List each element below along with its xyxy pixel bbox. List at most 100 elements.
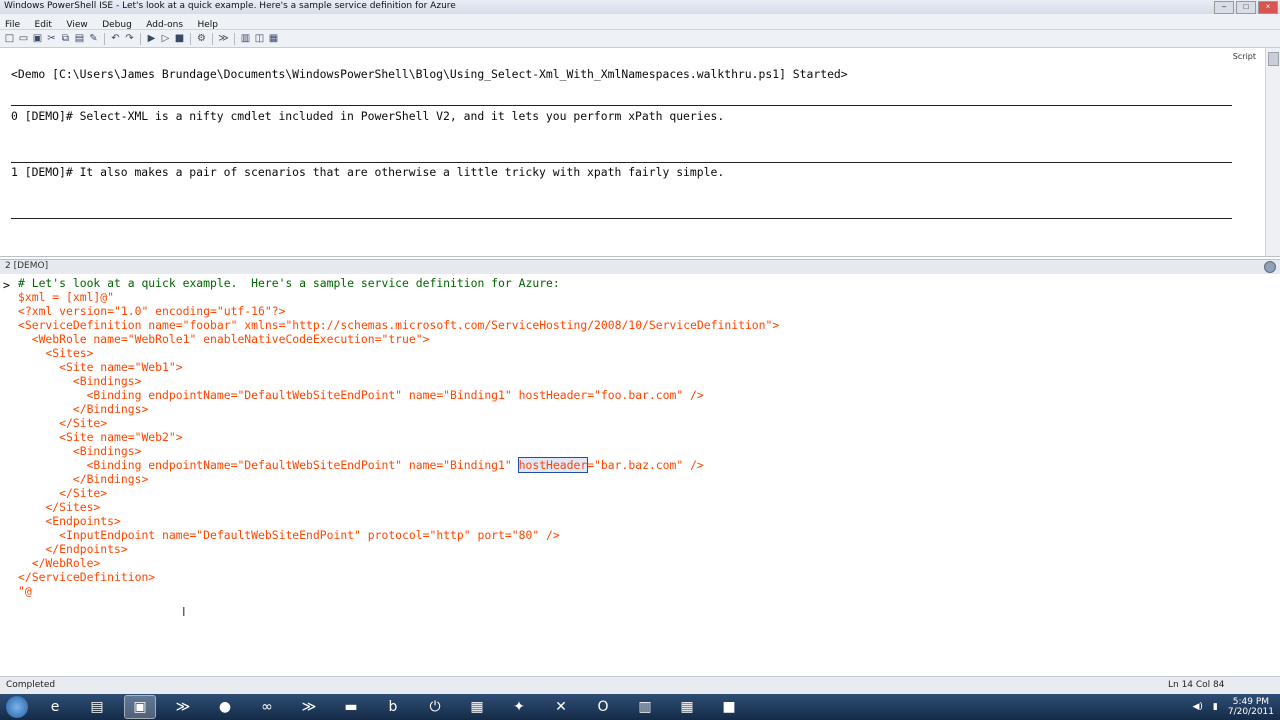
code-line: <ServiceDefinition name="foobar" xmlns="…	[18, 318, 780, 332]
volume-icon[interactable]: ◀)	[1192, 702, 1202, 712]
network-icon[interactable]: ▦	[462, 696, 492, 718]
toolbar-separator	[104, 32, 105, 45]
script-toggle[interactable]: Script	[1233, 52, 1256, 61]
firefox-icon[interactable]: ●	[210, 696, 240, 718]
menu-add-ons[interactable]: Add-ons	[141, 18, 188, 30]
spreadsheet-icon[interactable]: ▦	[672, 696, 702, 718]
code-line: $xml = [xml]@"	[18, 290, 115, 304]
code-line: <Endpoints>	[18, 514, 121, 528]
layout-max-icon[interactable]: ▦	[267, 32, 280, 45]
tool-icon[interactable]: ✦	[504, 696, 534, 718]
code-line: "@	[18, 584, 32, 598]
command-pane-header: 2 [DEMO]	[0, 259, 1280, 275]
cut-icon[interactable]: ✂	[45, 32, 58, 45]
paste-icon[interactable]: ▤	[73, 32, 86, 45]
copy-icon[interactable]: ⧉	[59, 32, 72, 45]
clear-icon[interactable]: ✎	[87, 32, 100, 45]
clock-date: 7/20/2011	[1227, 707, 1274, 717]
toolbar-separator	[190, 32, 191, 45]
menu-help[interactable]: Help	[192, 18, 223, 30]
settings-icon[interactable]: ✕	[546, 696, 576, 718]
window-title: Windows PowerShell ISE - Let's look at a…	[4, 1, 456, 11]
status-text: Completed	[6, 680, 56, 690]
close-button[interactable]: ×	[1258, 1, 1278, 14]
code-line: <?xml version="1.0" encoding="utf-16"?>	[18, 304, 286, 318]
undo-icon[interactable]: ↶	[109, 32, 122, 45]
new-icon[interactable]: □	[3, 32, 16, 45]
explorer-folder-icon[interactable]: ▤	[82, 696, 112, 718]
clock-time: 5:49 PM	[1232, 697, 1270, 707]
code-line: # Let's look at a quick example. Here's …	[18, 276, 560, 290]
code-line: </WebRole>	[18, 556, 101, 570]
redo-icon[interactable]: ↷	[123, 32, 136, 45]
code-line: </ServiceDefinition>	[18, 570, 156, 584]
chart-icon[interactable]: ▥	[630, 696, 660, 718]
text-cursor-icon: I	[182, 605, 186, 619]
menu-file[interactable]: File	[0, 18, 25, 30]
code-line: <InputEndpoint name="DefaultWebSiteEndPo…	[18, 528, 560, 542]
command-pane-label: 2 [DEMO]	[5, 261, 49, 271]
code-line-highlight: <Binding endpointName="DefaultWebSiteEnd…	[18, 457, 704, 473]
code-line: <WebRole name="WebRole1" enableNativeCod…	[18, 332, 430, 346]
powershell-icon[interactable]: ≫	[217, 32, 230, 45]
app-icon[interactable]: ■	[714, 696, 744, 718]
internet-explorer-icon[interactable]: e	[40, 696, 70, 718]
code-line-suffix: ="bar.baz.com" />	[587, 458, 704, 472]
status-bar: Completed Ln 14 Col 84	[0, 676, 1280, 695]
powershell-icon[interactable]: ≫	[294, 696, 324, 718]
code-line: <Bindings>	[18, 444, 142, 458]
menu-debug[interactable]: Debug	[97, 18, 137, 30]
maximize-button[interactable]: □	[1236, 1, 1256, 14]
stop-icon[interactable]: ■	[173, 32, 186, 45]
system-tray: ◀) ▮ 5:49 PM 7/20/2011	[1192, 694, 1274, 720]
powershell-icon[interactable]: ≫	[168, 696, 198, 718]
code-line: <Sites>	[18, 346, 94, 360]
divider	[11, 218, 1232, 219]
prompt-marker: >	[3, 278, 10, 292]
selected-word[interactable]: hostHeader	[517, 457, 589, 473]
remote-icon[interactable]: ⚙	[195, 32, 208, 45]
code-line: </Site>	[18, 486, 108, 500]
clock[interactable]: 5:49 PM 7/20/2011	[1228, 697, 1274, 717]
power-icon[interactable]: ⏻	[420, 696, 450, 718]
toolbar-separator	[212, 32, 213, 45]
bing-icon[interactable]: b	[378, 696, 408, 718]
console-icon[interactable]: ▬	[336, 696, 366, 718]
taskbar: e ▤ ▣ ≫ ● ∞ ≫ ▬ b ⏻ ▦ ✦ ✕ O ▥ ▦ ■ ◀) ▮ 5…	[0, 694, 1280, 720]
pane-toggle-icon[interactable]	[1264, 261, 1276, 273]
code-line: <Site name="Web2">	[18, 430, 183, 444]
code-line: </Sites>	[18, 500, 101, 514]
divider	[11, 162, 1232, 163]
layout-top-icon[interactable]: ▥	[239, 32, 252, 45]
toolbar: □ ▭ ▣ ✂ ⧉ ▤ ✎ ↶ ↷ ▶ ▷ ■ ⚙ ≫ ▥ ◫ ▦	[0, 30, 1280, 48]
open-icon[interactable]: ▭	[17, 32, 30, 45]
save-icon[interactable]: ▣	[31, 32, 44, 45]
run-selection-icon[interactable]: ▷	[159, 32, 172, 45]
scroll-thumb[interactable]	[1268, 52, 1279, 66]
code-line: </Site>	[18, 416, 108, 430]
menu-edit[interactable]: Edit	[30, 18, 57, 30]
divider	[11, 105, 1232, 106]
demo-started-line: <Demo [C:\Users\James Brundage\Documents…	[11, 67, 848, 81]
window-controls: – □ ×	[1214, 1, 1278, 14]
visual-studio-icon[interactable]: ∞	[252, 696, 282, 718]
start-orb-icon[interactable]	[6, 696, 28, 718]
output-scrollbar[interactable]	[1265, 48, 1280, 256]
minimize-button[interactable]: –	[1214, 1, 1234, 14]
code-line-prefix: <Binding endpointName="DefaultWebSiteEnd…	[18, 458, 519, 472]
code-line: <Binding endpointName="DefaultWebSiteEnd…	[18, 388, 704, 402]
demo-step-1: 1 [DEMO]# It also makes a pair of scenar…	[11, 165, 725, 179]
code-line: </Bindings>	[18, 402, 149, 416]
powershell-ise-icon[interactable]: ▣	[124, 695, 156, 719]
layout-right-icon[interactable]: ◫	[253, 32, 266, 45]
code-line: </Bindings>	[18, 472, 149, 486]
run-icon[interactable]: ▶	[145, 32, 158, 45]
cursor-position: Ln 14 Col 84	[1168, 680, 1225, 690]
toolbar-separator	[234, 32, 235, 45]
code-line: <Site name="Web1">	[18, 360, 183, 374]
code-line: </Endpoints>	[18, 542, 128, 556]
outlook-icon[interactable]: O	[588, 696, 618, 718]
menu-view[interactable]: View	[61, 18, 92, 30]
menu-bar: File Edit View Debug Add-ons Help	[0, 14, 1280, 30]
network-tray-icon[interactable]: ▮	[1213, 702, 1218, 712]
